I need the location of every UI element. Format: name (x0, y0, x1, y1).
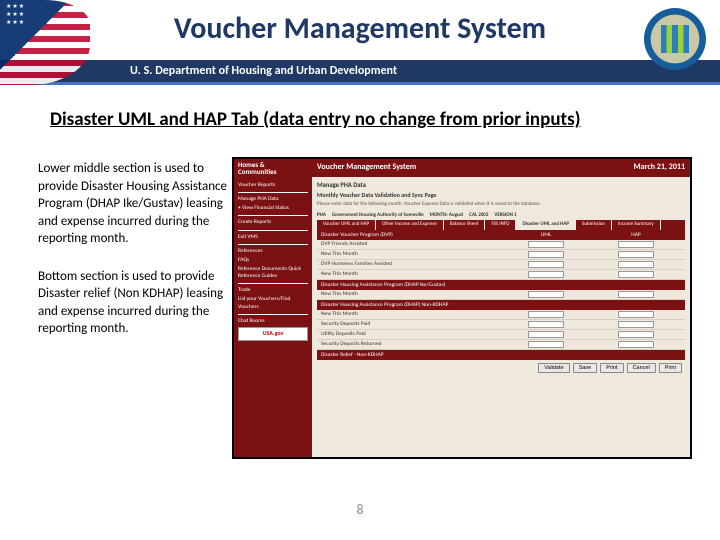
sidebar-item[interactable]: List your Vouchers/Find Vouchers (238, 296, 308, 310)
data-row: New This Month (317, 270, 685, 280)
description-para-2: Bottom section is used to provide Disast… (38, 268, 233, 338)
uml-input[interactable] (528, 341, 564, 348)
app-title: Voucher Management System (317, 162, 416, 174)
embedded-screenshot: Homes & Communities Voucher Management S… (232, 157, 692, 459)
tab-other-income[interactable]: Other Income and Expense (376, 220, 444, 230)
uml-input[interactable] (528, 241, 564, 248)
data-row: DVP Homeless Families Assisted (317, 260, 685, 270)
app-date: March 21, 2011 (634, 162, 685, 174)
usa-gov-badge[interactable]: USA.gov (238, 327, 308, 341)
hap-input[interactable] (618, 311, 654, 318)
hap-input[interactable] (618, 321, 654, 328)
app-header: Voucher Management System March 21, 2011 (312, 159, 690, 177)
hap-input[interactable] (618, 251, 654, 258)
tab-balance-sheet[interactable]: Balance Sheet (444, 220, 486, 230)
sidebar-item[interactable]: References (238, 248, 308, 255)
sidebar-item[interactable]: • View Financial Status (238, 205, 308, 212)
cancel-button[interactable]: Cancel (627, 363, 656, 373)
tab-submission[interactable]: Submission (576, 220, 612, 230)
data-row: New This Month (317, 290, 685, 300)
main-content: Manage PHA Data Monthly Voucher Data Val… (312, 177, 690, 457)
uml-input[interactable] (528, 291, 564, 298)
data-row: New This Month (317, 250, 685, 260)
hud-logo: Homes & Communities (234, 159, 312, 177)
uml-input[interactable] (528, 261, 564, 268)
sidebar-item[interactable]: Manage PHA Data (238, 196, 308, 203)
page-subheader: Monthly Voucher Data Validation and Sync… (317, 191, 685, 199)
sidebar-item[interactable]: Create Reports (238, 219, 308, 226)
section-header-relief: Disaster Relief - Non-KDHAP (317, 350, 685, 360)
uml-input[interactable] (528, 321, 564, 328)
uml-input[interactable] (528, 331, 564, 338)
divider-line (0, 82, 720, 85)
tab-fss-info[interactable]: FSS INFO (485, 220, 516, 230)
button-row: Validate Save Print Cancel Print (317, 360, 685, 376)
hud-seal-icon (644, 8, 706, 70)
hap-input[interactable] (618, 241, 654, 248)
slide-subtitle: Disaster UML and HAP Tab (data entry no … (50, 108, 680, 131)
info-bar: PHA Government Housing Authority of Some… (317, 210, 685, 220)
section-header-dvp: Disaster Voucher Program (DVP) UML HAP (317, 230, 685, 240)
hap-input[interactable] (618, 291, 654, 298)
tab-bar: Voucher UML and HAP Other Income and Exp… (317, 220, 685, 230)
print-button[interactable]: Print (600, 363, 623, 373)
section-header-dhap-non: Disaster Housing Assistance Program (DHA… (317, 300, 685, 310)
uml-input[interactable] (528, 251, 564, 258)
data-row: Security Deposits Paid (317, 320, 685, 330)
sidebar-item[interactable]: Reference Documents Quick Reference Guid… (238, 266, 308, 280)
page-number: 8 (0, 501, 720, 518)
save-button[interactable]: Save (573, 363, 598, 373)
sidebar-item[interactable]: Voucher Reports (238, 182, 308, 189)
uml-input[interactable] (528, 271, 564, 278)
hap-input[interactable] (618, 261, 654, 268)
description-column: Lower middle section is used to provide … (38, 160, 233, 358)
validate-button[interactable]: Validate (538, 363, 569, 373)
slide-title: Voucher Management System (0, 10, 720, 47)
tab-income-summary[interactable]: Income Summary (612, 220, 661, 230)
description-para-1: Lower middle section is used to provide … (38, 160, 233, 248)
data-row: DVP Friends Assisted (317, 240, 685, 250)
print-button-2[interactable]: Print (659, 363, 682, 373)
sidebar-item[interactable]: Chat Rooms (238, 318, 308, 325)
hap-input[interactable] (618, 331, 654, 338)
data-row: Security Deposits Returned (317, 340, 685, 350)
uml-input[interactable] (528, 311, 564, 318)
sidebar-item[interactable]: Trade (238, 287, 308, 294)
department-bar: U. S. Department of Housing and Urban De… (0, 60, 720, 82)
tab-voucher-uml[interactable]: Voucher UML and HAP (317, 220, 376, 230)
sidebar-item[interactable]: FAQs (238, 257, 308, 264)
hap-input[interactable] (618, 341, 654, 348)
tab-disaster-uml[interactable]: Disaster UML and HAP (516, 220, 576, 230)
left-sidebar: Voucher Reports Manage PHA Data • View F… (234, 177, 312, 457)
sidebar-item[interactable]: Exit VMS (238, 234, 308, 241)
page-description: Please enter data for the following mont… (317, 201, 685, 207)
page-header: Manage PHA Data (317, 181, 685, 189)
data-row: New This Month (317, 310, 685, 320)
screenshot-topbar: Homes & Communities Voucher Management S… (234, 159, 690, 177)
data-row: Utility Deposits Paid (317, 330, 685, 340)
hap-input[interactable] (618, 271, 654, 278)
section-header-dhap-ike: Disaster Housing Assistance Program (DHA… (317, 280, 685, 290)
